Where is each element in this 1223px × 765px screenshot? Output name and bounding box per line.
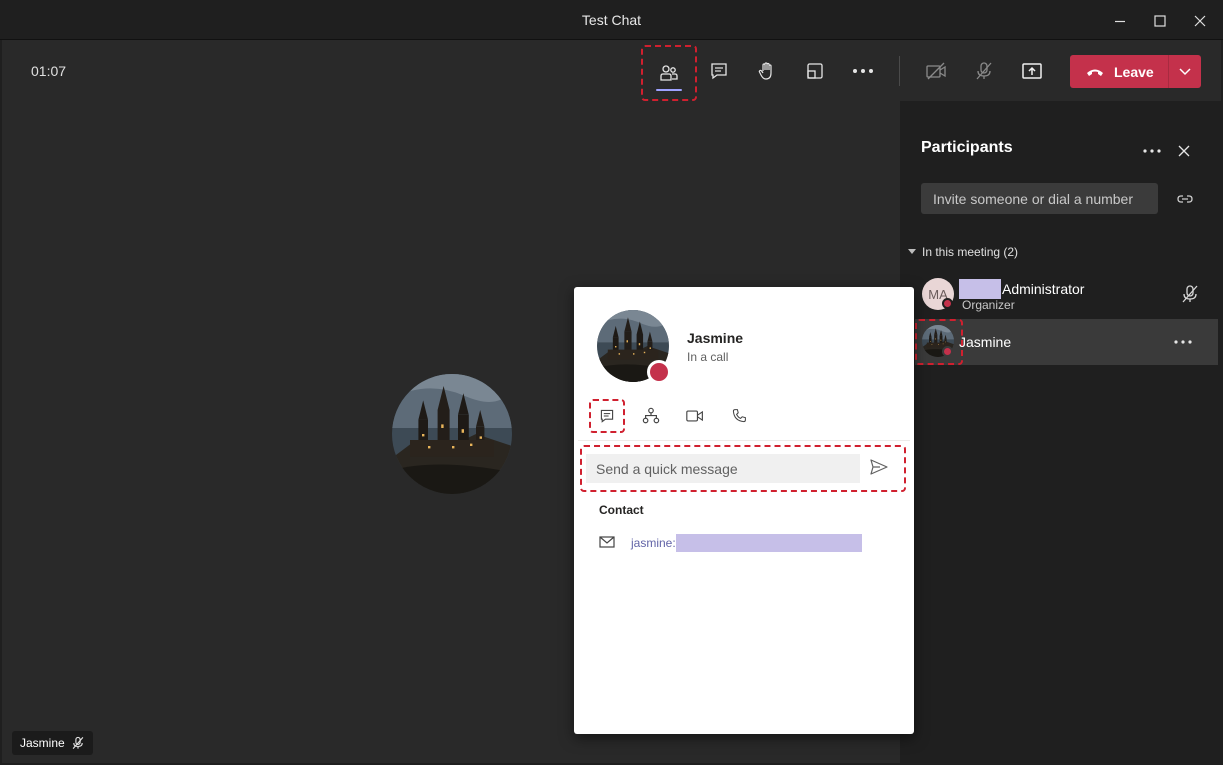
mic-toggle-button[interactable] — [964, 52, 1004, 90]
send-icon — [870, 459, 888, 475]
org-chart-icon — [642, 407, 660, 424]
video-icon — [686, 410, 703, 422]
participant-row-jasmine[interactable]: Jasmine — [915, 319, 1218, 365]
participant-row-administrator[interactable]: MA Administrator Organizer — [915, 272, 1218, 318]
share-content-button[interactable] — [1012, 52, 1052, 90]
leave-label: Leave — [1114, 63, 1154, 80]
call-toolbar: 01:07 Leave — [2, 40, 1221, 101]
breakout-rooms-button[interactable] — [795, 52, 835, 90]
redacted-block — [675, 534, 862, 552]
people-icon — [660, 65, 678, 81]
invite-placeholder: Invite someone or dial a number — [933, 190, 1133, 207]
card-divider — [578, 440, 910, 441]
minimize-icon — [1115, 20, 1125, 23]
leave-button[interactable]: Leave — [1070, 55, 1168, 88]
email-link[interactable]: jasmine: — [631, 534, 862, 552]
audio-call-button[interactable] — [723, 401, 755, 431]
chevron-down-icon — [1179, 67, 1191, 75]
participant-more-button[interactable] — [1171, 332, 1195, 352]
org-chart-button[interactable] — [635, 401, 667, 431]
more-icon — [1174, 340, 1192, 344]
raise-hand-button[interactable] — [747, 52, 787, 90]
quick-message-input[interactable] — [586, 454, 860, 483]
share-screen-icon — [1022, 63, 1042, 79]
call-timer: 01:07 — [31, 63, 67, 79]
hang-up-icon — [1087, 69, 1103, 76]
participant-stage-avatar — [392, 374, 512, 494]
profile-status: In a call — [687, 350, 729, 364]
leave-button-group: Leave — [1070, 55, 1201, 88]
more-icon — [1143, 149, 1161, 153]
busy-status-dot — [647, 360, 671, 384]
mic-off-icon — [976, 62, 992, 80]
chat-button[interactable] — [589, 399, 625, 433]
stage-name-tag: Jasmine — [12, 731, 93, 755]
panel-more-button[interactable] — [1140, 139, 1164, 163]
video-call-button[interactable] — [679, 401, 711, 431]
mic-off-icon — [72, 736, 84, 749]
invite-input[interactable]: Invite someone or dial a number — [921, 183, 1158, 214]
panel-title: Participants — [921, 139, 1013, 156]
close-icon — [1194, 15, 1206, 27]
hand-icon — [758, 62, 772, 80]
show-participants-button[interactable] — [641, 45, 697, 101]
phone-icon — [732, 409, 746, 423]
more-icon — [853, 69, 873, 73]
castle-photo — [392, 374, 512, 494]
show-conversation-button[interactable] — [699, 52, 739, 90]
share-invite-button[interactable] — [1174, 188, 1196, 210]
highlight-box — [915, 319, 963, 365]
email-text: jasmine: — [631, 536, 676, 550]
chat-icon — [711, 63, 727, 80]
chat-icon — [600, 409, 614, 423]
profile-name: Jasmine — [687, 330, 744, 346]
participant-name-text: Administrator — [1002, 281, 1085, 297]
link-icon — [1177, 195, 1193, 203]
section-label: In this meeting (2) — [922, 245, 1019, 259]
stage-name-label: Jasmine — [20, 736, 65, 750]
participant-name: Jasmine — [959, 334, 1012, 350]
more-actions-button[interactable] — [843, 52, 883, 90]
in-meeting-section-header[interactable]: In this meeting (2) — [908, 245, 1018, 259]
minimize-button[interactable] — [1107, 8, 1133, 34]
close-window-button[interactable] — [1187, 8, 1213, 34]
caret-down-icon — [908, 249, 916, 254]
redacted-block — [959, 279, 1001, 299]
participants-panel: Participants Invite someone or dial a nu… — [900, 101, 1221, 763]
participant-role: Organizer — [962, 298, 1015, 312]
participant-name: Administrator — [959, 279, 1084, 299]
participant-mic-status — [1180, 284, 1200, 309]
quick-message-box — [580, 445, 906, 492]
mail-icon — [599, 535, 615, 553]
profile-actions — [589, 399, 755, 433]
maximize-icon — [1154, 15, 1166, 27]
panel-close-button[interactable] — [1172, 139, 1196, 163]
toolbar-divider — [899, 56, 900, 86]
contact-heading: Contact — [599, 503, 644, 517]
camera-toggle-button[interactable] — [916, 52, 956, 90]
active-indicator — [656, 89, 682, 91]
window-title: Test Chat — [581, 12, 642, 28]
leave-options-button[interactable] — [1169, 67, 1201, 76]
close-icon — [1178, 145, 1190, 157]
camera-off-icon — [926, 62, 946, 80]
rooms-icon — [807, 63, 823, 79]
mic-off-icon — [1182, 285, 1198, 303]
window-titlebar: Test Chat — [0, 0, 1223, 40]
maximize-button[interactable] — [1147, 8, 1173, 34]
profile-card: Jasmine In a call Send a quick message C… — [574, 287, 914, 734]
busy-status-dot — [942, 298, 953, 309]
send-button[interactable] — [870, 459, 888, 480]
